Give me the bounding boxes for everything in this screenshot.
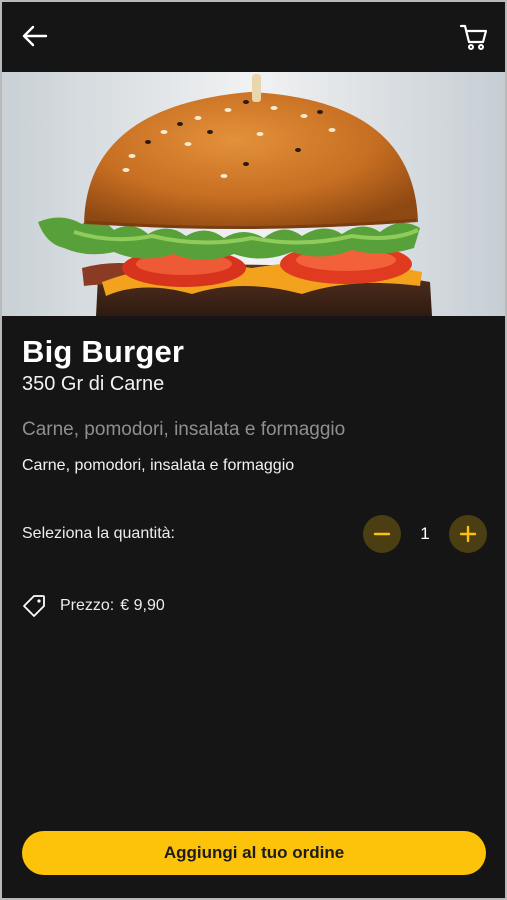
price-row: Prezzo: € 9,90 [22,592,165,620]
product-title: Big Burger [22,334,185,369]
price-tag-icon [23,595,45,617]
arrow-left-icon [22,25,48,47]
price-label: Prezzo: [60,597,115,614]
decrease-quantity-button[interactable] [363,515,401,553]
product-description: Carne, pomodori, insalata e formaggio [22,457,295,474]
burger-illustration [2,72,505,316]
price-value: € 9,90 [120,597,165,614]
minus-icon [373,532,391,536]
cart-button[interactable] [457,20,491,54]
quantity-label: Seleziona la quantità: [22,525,175,542]
product-image [2,72,505,316]
add-to-order-button[interactable]: Aggiungi al tuo ordine [22,831,486,875]
product-weight: 350 Gr di Carne [22,373,165,395]
app-screen: Big Burger 350 Gr di Carne Carne, pomodo… [2,2,505,898]
quantity-value: 1 [420,524,430,543]
shopping-cart-icon [459,24,488,50]
increase-quantity-button[interactable] [449,515,487,553]
back-button[interactable] [16,20,52,52]
plus-icon [459,525,477,543]
product-description-muted: Carne, pomodori, insalata e formaggio [22,419,346,440]
top-bar [2,2,505,72]
